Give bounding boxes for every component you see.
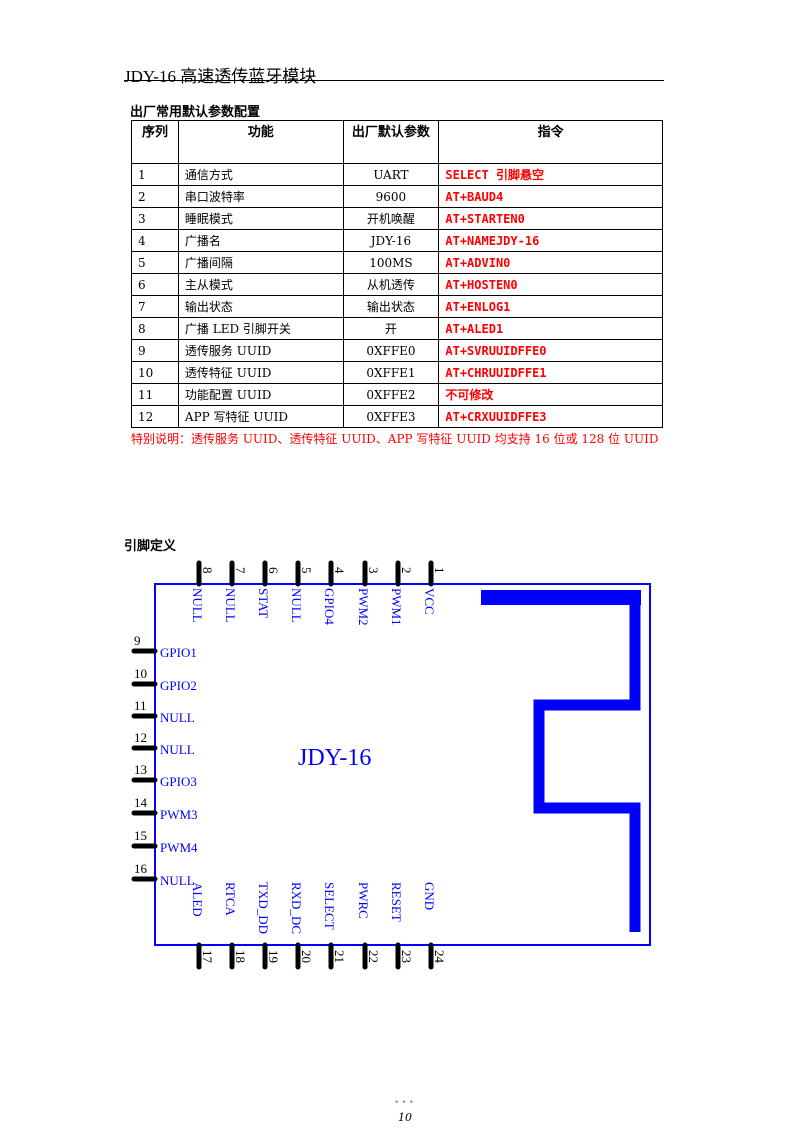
antenna-trace	[484, 592, 641, 932]
bottom-pin-number: 20	[299, 950, 314, 963]
bottom-pin-name: GND	[422, 882, 437, 910]
top-pin-name: NULL	[190, 588, 205, 623]
left-pin-number: 13	[134, 762, 147, 777]
top-pin-number: 2	[399, 567, 414, 574]
top-pin-number: 1	[432, 567, 447, 574]
bottom-pin-name: SELECT	[322, 882, 337, 930]
top-pin-number: 7	[233, 567, 248, 574]
footer-dots: •••	[394, 1098, 416, 1108]
top-pin-number: 3	[366, 567, 381, 574]
bottom-pin-name: RTCA	[223, 882, 238, 917]
left-pin-name: GPIO1	[160, 645, 197, 660]
left-pin-name: NULL	[160, 742, 195, 757]
page-number: 10	[398, 1111, 412, 1124]
bottom-pin-name: TXD_DD	[256, 882, 271, 934]
left-pin-name: PWM4	[160, 840, 198, 855]
bottom-pin-number: 19	[266, 950, 281, 963]
top-pin-number: 5	[299, 567, 314, 574]
left-pin-number: 9	[134, 633, 141, 648]
antenna-top-bar	[481, 590, 641, 605]
bottom-pin-number: 23	[399, 950, 414, 963]
bottom-pin-name: PWRC	[356, 882, 371, 919]
module-label: JDY-16	[298, 745, 371, 771]
left-pin-number: 11	[134, 698, 147, 713]
left-pin-name: GPIO2	[160, 678, 197, 693]
bottom-pin-number: 18	[233, 950, 248, 963]
bottom-pin-number: 22	[366, 950, 381, 963]
left-pin-name: GPIO3	[160, 774, 197, 789]
bottom-pin-name: ALED	[190, 882, 205, 917]
top-pin-name: GPIO4	[322, 588, 337, 625]
left-pin-number: 12	[134, 730, 147, 745]
top-pin-name: PWM1	[389, 588, 404, 626]
top-pin-name: STAT	[256, 588, 271, 618]
bottom-pin-number: 24	[432, 950, 447, 964]
left-pin-name: NULL	[160, 710, 195, 725]
left-pin-number: 14	[134, 795, 148, 810]
top-pin-number: 4	[332, 567, 347, 574]
bottom-pin-number: 17	[200, 950, 215, 964]
top-pin-name: PWM2	[356, 588, 371, 626]
left-pin-number: 10	[134, 666, 147, 681]
left-pin-name: PWM3	[160, 807, 198, 822]
left-pin-number: 16	[134, 861, 148, 876]
left-pin-name: NULL	[160, 873, 195, 888]
top-pin-number: 6	[266, 567, 281, 574]
bottom-pin-number: 21	[332, 950, 347, 963]
top-pin-number: 8	[200, 567, 215, 574]
top-pin-name: NULL	[223, 588, 238, 623]
left-pin-number: 15	[134, 828, 147, 843]
top-pin-name: VCC	[422, 588, 437, 615]
pin-diagram: JDY-16 8 NULL 7 NULL 6 STAT 5 NULL 4 GPIO4 3 PWM2 2 PW…	[131, 560, 651, 970]
top-pin-name: NULL	[289, 588, 304, 623]
bottom-pin-name: RXD_DC	[289, 882, 304, 934]
bottom-pin-name: RESET	[389, 882, 404, 922]
